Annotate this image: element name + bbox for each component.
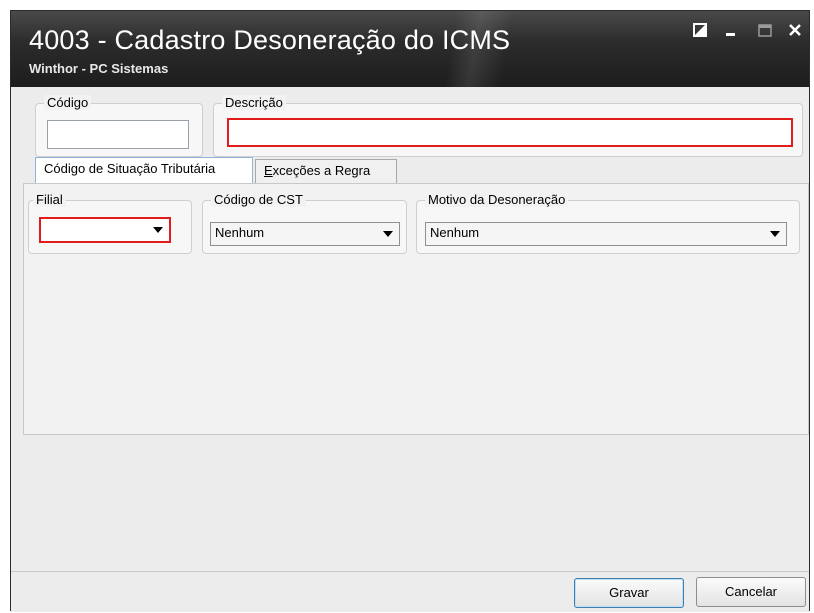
title-bar[interactable]: 4003 - Cadastro Desoneração do ICMS Wint… (11, 11, 809, 87)
tab-excecoes-regra[interactable]: Exceções a Regra (255, 159, 397, 183)
filial-select[interactable] (39, 217, 171, 243)
chevron-down-icon[interactable] (383, 231, 393, 237)
chevron-down-icon[interactable] (153, 227, 163, 233)
app-window: 4003 - Cadastro Desoneração do ICMS Wint… (10, 10, 810, 612)
cst-label: Código de CST (211, 192, 306, 207)
window-subtitle: Winthor - PC Sistemas (29, 61, 169, 76)
maximize-icon[interactable] (756, 23, 774, 43)
filial-label: Filial (33, 192, 66, 207)
cst-select[interactable]: Nenhum (210, 222, 400, 246)
descricao-input[interactable] (227, 118, 793, 147)
descricao-group: Descrição (213, 95, 803, 157)
window-title: 4003 - Cadastro Desoneração do ICMS (29, 25, 511, 55)
tab-label: xceções a Regra (272, 163, 371, 178)
minimize-icon[interactable] (722, 23, 740, 43)
close-icon[interactable] (786, 23, 804, 43)
tab-label: Código de Situação Tributária (44, 161, 216, 176)
motivo-group: Motivo da Desoneração Nenhum (416, 192, 800, 254)
save-button[interactable]: Gravar (574, 578, 684, 608)
filial-group: Filial (28, 192, 192, 254)
descricao-label: Descrição (222, 95, 286, 110)
tab-codigo-situacao-tributaria[interactable]: Código de Situação Tributária (35, 157, 253, 184)
restore-icon[interactable] (691, 23, 709, 43)
footer-bar: Gravar Cancelar (11, 571, 809, 612)
tab-label-mnemonic: E (264, 163, 273, 178)
cancel-button[interactable]: Cancelar (696, 577, 806, 607)
cst-select-value: Nenhum (215, 225, 265, 240)
codigo-label: Código (44, 95, 92, 110)
motivo-select-value: Nenhum (430, 225, 480, 240)
chevron-down-icon[interactable] (770, 231, 780, 237)
codigo-group: Código (35, 95, 203, 157)
cst-group: Código de CST Nenhum (202, 192, 407, 254)
codigo-input[interactable] (47, 120, 189, 149)
motivo-label: Motivo da Desoneração (425, 192, 569, 207)
motivo-select[interactable]: Nenhum (425, 222, 787, 246)
tab-panel: Filial Código de CST Nenhum Motivo da De… (23, 183, 809, 435)
